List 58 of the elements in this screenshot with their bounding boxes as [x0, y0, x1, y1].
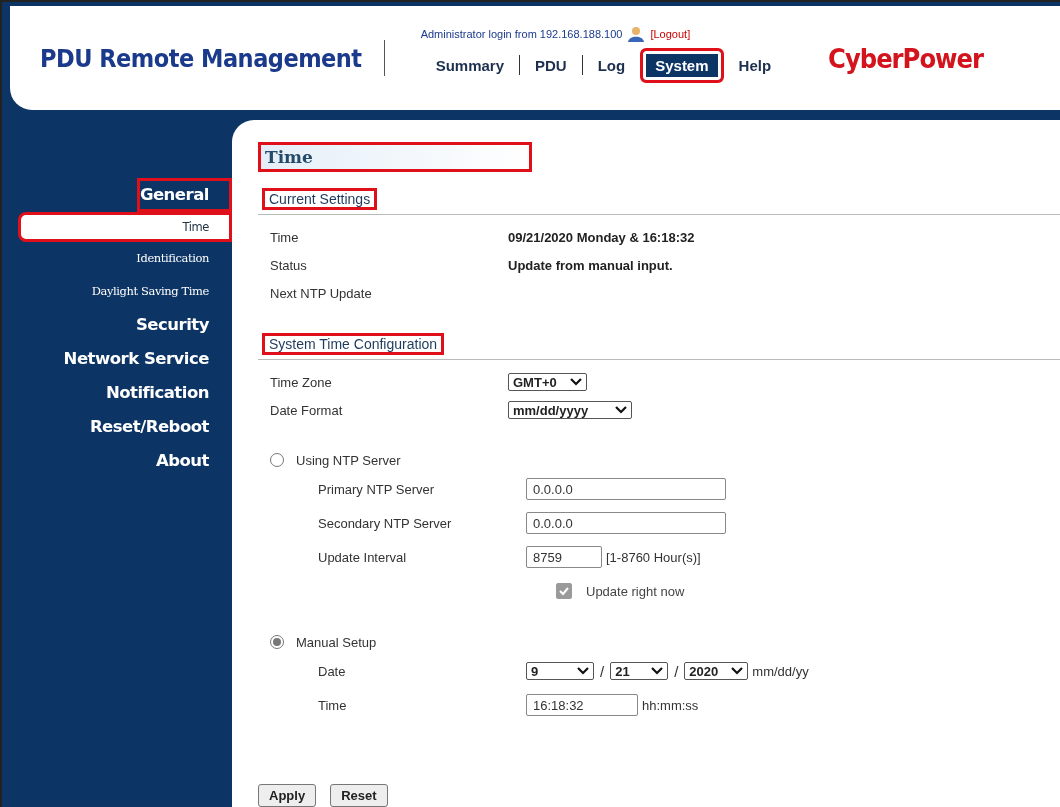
chevron-down-icon [577, 667, 589, 675]
field-value: 09/21/2020 Monday & 16:18:32 [508, 229, 695, 245]
dropdown[interactable]: GMT+0 [508, 373, 587, 391]
field-label: Time [318, 697, 348, 713]
field-label: Date Format [270, 402, 344, 418]
section-heading: Current Settings [262, 188, 378, 210]
section-heading: System Time Configuration [262, 333, 445, 355]
dropdown[interactable]: 2020 [684, 662, 749, 680]
nav-tab[interactable]: Help [723, 47, 787, 83]
input-field[interactable]: 8759 [526, 546, 602, 568]
input-field[interactable]: 0.0.0.0 [526, 512, 726, 534]
form-button[interactable]: Reset [330, 784, 388, 807]
field-label: Secondary NTP Server [318, 515, 453, 531]
nav-tab[interactable]: Log [582, 47, 641, 83]
brand-logo: CyberPower [828, 42, 983, 74]
app-title: PDU Remote Management [40, 43, 362, 73]
date-separator: / [674, 662, 679, 680]
nav-tab[interactable]: Summary [420, 47, 519, 83]
format-hint: [1-8760 Hour(s)] [606, 549, 701, 565]
sidebar-item[interactable]: Time [18, 212, 232, 242]
dropdown[interactable]: mm/dd/yyyy [508, 401, 632, 419]
field-label: Primary NTP Server [318, 481, 436, 497]
field-label: Time Zone [270, 374, 333, 390]
field-value: Update from manual input. [508, 257, 673, 273]
sidebar-group[interactable]: Notification [102, 376, 232, 410]
chevron-down-icon [731, 667, 744, 675]
sidebar-group[interactable]: General [136, 178, 232, 212]
dropdown[interactable]: 9 [526, 662, 594, 680]
form-button[interactable]: Apply [258, 784, 317, 807]
field-label: Time [270, 229, 300, 245]
input-field[interactable]: 0.0.0.0 [526, 478, 726, 500]
checkbox-label: Update right now [586, 583, 685, 599]
sidebar-group[interactable]: Network Service [60, 342, 232, 376]
nav-tab[interactable]: PDU [520, 47, 582, 83]
format-hint: mm/dd/yy [752, 663, 809, 679]
field-label: Status [270, 257, 308, 273]
chevron-down-icon [651, 667, 664, 675]
logout-link[interactable]: [Logout] [650, 27, 691, 40]
field-label: Next NTP Update [270, 285, 373, 301]
format-hint: hh:mm:ss [642, 697, 699, 713]
sidebar-group[interactable]: Security [132, 308, 232, 342]
sidebar-group[interactable]: About [152, 444, 232, 478]
chevron-down-icon [615, 406, 627, 414]
chevron-down-icon [570, 378, 582, 386]
login-info: Administrator login from 192.168.188.100 [420, 27, 623, 40]
dropdown[interactable]: 21 [610, 662, 669, 680]
user-icon [627, 25, 646, 42]
radio-label: Using NTP Server [296, 452, 401, 468]
sidebar-item[interactable]: Daylight Saving Time [88, 275, 232, 308]
nav-tab[interactable]: System [640, 47, 724, 83]
field-label: Date [318, 663, 347, 679]
field-label: Update Interval [318, 549, 408, 565]
radio-label: Manual Setup [296, 634, 377, 650]
sidebar-item[interactable]: Identification [133, 242, 232, 275]
sidebar-group[interactable]: Reset/Reboot [86, 410, 232, 444]
date-separator: / [600, 662, 605, 680]
page-title: Time [258, 142, 532, 172]
input-field[interactable]: 16:18:32 [526, 694, 638, 716]
